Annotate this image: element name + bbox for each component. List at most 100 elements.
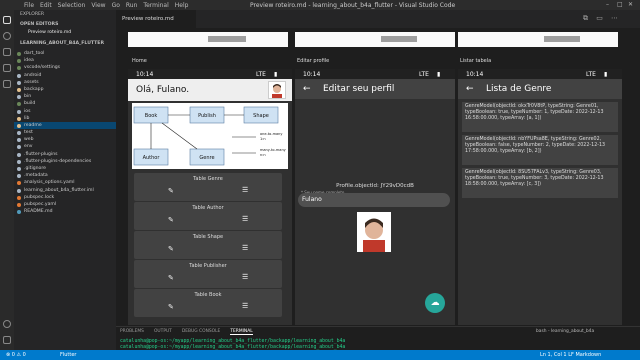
- file-icon: [17, 131, 21, 136]
- menu-run[interactable]: Run: [126, 2, 138, 9]
- tab-preview-roteiro[interactable]: Preview roteiro.md: [116, 10, 196, 28]
- project-header[interactable]: LEARNING_ABOUT_B4A_FLUTTER: [20, 41, 104, 46]
- status-bar: ⊗ 0 ⚠ 0 Flutter Ln 1, Col 1 LF Markdown: [0, 350, 640, 360]
- flutter-status[interactable]: Flutter: [60, 352, 77, 358]
- file-tree-item[interactable]: vscode/settings: [14, 64, 116, 71]
- menu-go[interactable]: Go: [112, 2, 120, 9]
- upload-fab-icon[interactable]: ☁: [425, 293, 445, 313]
- minimize-button[interactable]: –: [606, 1, 609, 8]
- phone-status-bar: 10:14 LTE ▮: [295, 69, 455, 79]
- nav-bar-snippet-3: [544, 36, 580, 42]
- menu-terminal[interactable]: Terminal: [143, 2, 168, 9]
- diagram-node-author: Author: [133, 148, 169, 166]
- file-tree-item[interactable]: android: [14, 72, 116, 79]
- phone-status-bar: 10:14 LTE ▮: [458, 69, 622, 79]
- maximize-button[interactable]: □: [617, 1, 623, 8]
- file-label: learning_about_b4a_flutter.iml: [24, 187, 94, 193]
- menu-edit[interactable]: Edit: [40, 2, 52, 9]
- nav-bar-snippet: [208, 36, 246, 42]
- back-arrow-icon[interactable]: ←: [303, 79, 311, 99]
- list-icon[interactable]: ☰: [242, 215, 248, 223]
- profile-photo[interactable]: [357, 212, 391, 252]
- list-icon[interactable]: ☰: [242, 273, 248, 281]
- genre-item[interactable]: GenreModel(objectId: nbYFUPsa8E, typeStr…: [462, 135, 618, 165]
- legend-many-to-many: many-to-many: [260, 148, 286, 152]
- genre-item[interactable]: GenreModel(objectId: 8SU57FALv3, typeStr…: [462, 168, 618, 198]
- editor-actions[interactable]: ⧉ ▭ ⋯: [583, 14, 633, 24]
- edit-pencil-icon[interactable]: ✎: [168, 274, 174, 282]
- extensions-icon[interactable]: [3, 80, 11, 88]
- list-icon[interactable]: ☰: [242, 302, 248, 310]
- menu-view[interactable]: View: [91, 2, 105, 9]
- run-debug-icon[interactable]: [3, 64, 11, 72]
- tab-problems[interactable]: PROBLEMS: [120, 329, 144, 335]
- terminal-selector[interactable]: bash - learning_about_b4a: [536, 329, 594, 334]
- file-tree-item[interactable]: bin: [14, 93, 116, 100]
- window-title: Preview roteiro.md - learning_about_b4a_…: [250, 2, 456, 9]
- cursor-info[interactable]: Ln 1, Col 1 LF Markdown: [540, 352, 601, 358]
- list-icon[interactable]: ☰: [242, 244, 248, 252]
- file-tree-item[interactable]: analysis_options.yaml: [14, 179, 116, 186]
- file-label: android: [24, 72, 42, 78]
- menu-file[interactable]: File: [24, 2, 34, 9]
- file-tree-item[interactable]: web: [14, 136, 116, 143]
- file-tree-item[interactable]: idea: [14, 57, 116, 64]
- file-icon: [17, 102, 21, 107]
- file-tree-item[interactable]: README.md: [14, 208, 116, 215]
- file-tree-item[interactable]: backapp: [14, 86, 116, 93]
- tab-terminal[interactable]: TERMINAL: [230, 329, 253, 335]
- gear-icon[interactable]: [3, 336, 11, 344]
- file-tree-item[interactable]: assets: [14, 79, 116, 86]
- list-icon[interactable]: ☰: [242, 186, 248, 194]
- file-tree-item[interactable]: .metadata: [14, 172, 116, 179]
- file-label: vscode/settings: [24, 65, 61, 71]
- close-window-button[interactable]: ✕: [628, 1, 633, 8]
- file-icon: [17, 145, 21, 150]
- file-tree-item[interactable]: .flutter-plugins-dependencies: [14, 158, 116, 165]
- tab-output[interactable]: OUTPUT: [154, 329, 172, 335]
- problems-count[interactable]: ⊗ 0 ⚠ 0: [6, 352, 26, 358]
- file-label: build: [24, 101, 36, 107]
- file-tree-item[interactable]: .gitignore: [14, 165, 116, 172]
- file-tree-item[interactable]: ios: [14, 108, 116, 115]
- file-icon: [17, 73, 21, 78]
- file-tree-item[interactable]: build: [14, 100, 116, 107]
- list-column-title: Listar tabela: [460, 58, 492, 64]
- file-label: dart_tool: [24, 51, 45, 56]
- file-tree-item[interactable]: readme: [14, 121, 116, 130]
- table-card-author: Table Author ✎ ☰: [134, 202, 282, 230]
- account-icon[interactable]: [3, 320, 11, 328]
- status-time: 10:14: [466, 71, 484, 78]
- open-editor-item[interactable]: Preview roteiro.md: [28, 30, 71, 35]
- file-tree-item[interactable]: pubspec.lock: [14, 194, 116, 201]
- diagram-label-book: Book: [145, 113, 158, 119]
- genre-item[interactable]: GenreModel(objectId: okxTr0V8tP, typeStr…: [462, 102, 618, 132]
- file-tree-item[interactable]: learning_about_b4a_flutter.iml: [14, 187, 116, 194]
- back-arrow-icon[interactable]: ←: [466, 79, 474, 99]
- name-input[interactable]: Fulano: [298, 193, 450, 207]
- file-label: idea: [24, 58, 34, 64]
- open-editors-header[interactable]: OPEN EDITORS: [20, 22, 58, 27]
- source-control-icon[interactable]: [3, 48, 11, 56]
- menu-bar: File Edit Selection View Go Run Terminal…: [24, 2, 188, 9]
- table-title: Table Publisher: [189, 263, 227, 269]
- file-tree-item[interactable]: .flutter-plugins: [14, 151, 116, 158]
- activity-bar: [0, 10, 14, 350]
- file-tree-item[interactable]: env: [14, 143, 116, 150]
- search-icon[interactable]: [3, 32, 11, 40]
- avatar[interactable]: [268, 81, 286, 99]
- explorer-icon[interactable]: [3, 16, 11, 24]
- menu-selection[interactable]: Selection: [58, 2, 86, 9]
- edit-pencil-icon[interactable]: ✎: [168, 187, 174, 195]
- file-icon: [17, 95, 21, 100]
- file-tree-item[interactable]: test: [14, 129, 116, 136]
- file-tree-item[interactable]: dart_tool: [14, 50, 116, 57]
- file-tree-item[interactable]: pubspec.yaml: [14, 201, 116, 208]
- edit-pencil-icon[interactable]: ✎: [168, 303, 174, 311]
- edit-pencil-icon[interactable]: ✎: [168, 245, 174, 253]
- edit-pencil-icon[interactable]: ✎: [168, 216, 174, 224]
- tab-debug-console[interactable]: DEBUG CONSOLE: [182, 329, 220, 335]
- file-tree-item[interactable]: lib: [14, 115, 116, 122]
- file-icon: [17, 138, 21, 143]
- menu-help[interactable]: Help: [175, 2, 189, 9]
